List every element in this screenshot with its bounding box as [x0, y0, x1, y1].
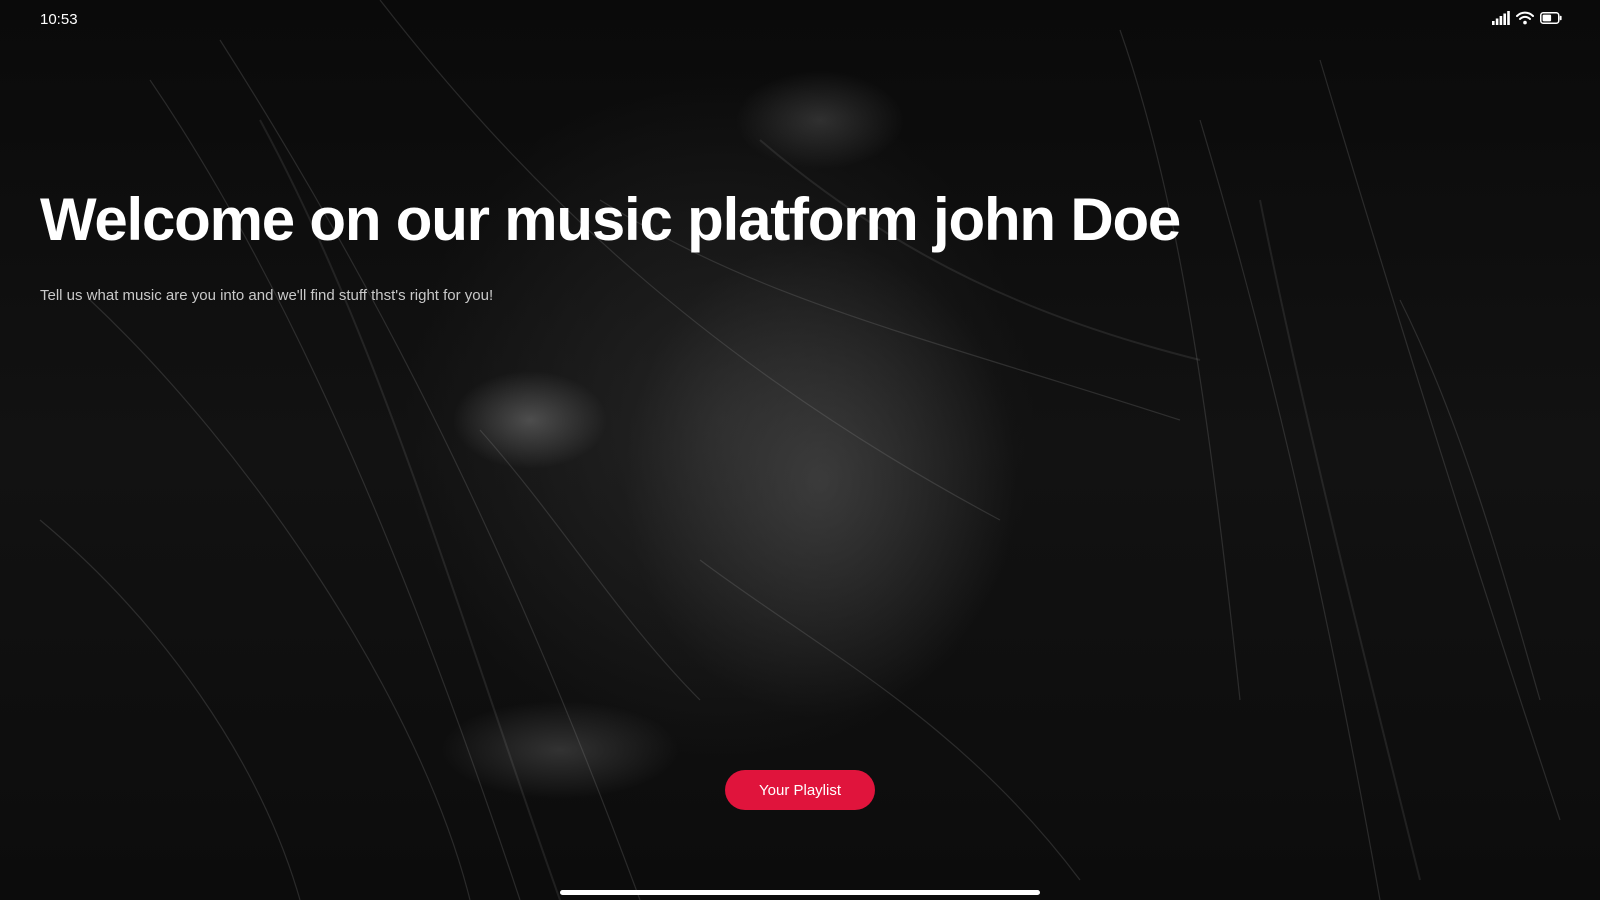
cellular-signal-icon: [1492, 11, 1510, 25]
status-bar: 10:53: [0, 0, 1600, 38]
home-indicator[interactable]: [560, 890, 1040, 895]
status-time: 10:53: [40, 11, 78, 28]
battery-icon: [1540, 12, 1562, 24]
welcome-subtitle: Tell us what music are you into and we'l…: [40, 287, 494, 304]
background-hair-texture: [39, 0, 1561, 900]
your-playlist-button[interactable]: Your Playlist: [725, 770, 875, 810]
wifi-icon: [1516, 11, 1534, 25]
app-screen: 10:53 Welcome on our music platform john…: [0, 0, 1600, 900]
status-icons: [1492, 11, 1562, 25]
welcome-title: Welcome on our music platform john Doe: [40, 186, 1181, 253]
